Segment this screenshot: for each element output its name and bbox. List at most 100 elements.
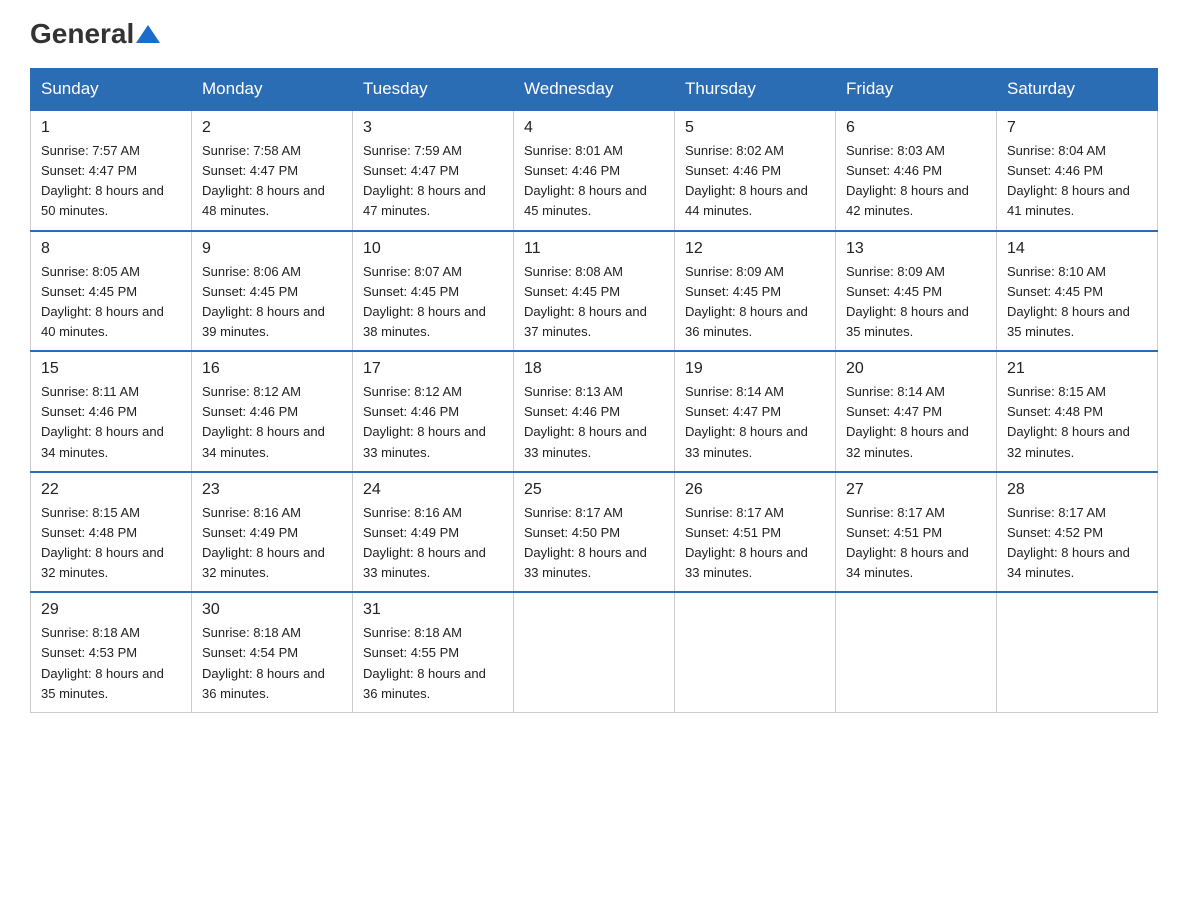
day-number: 17 bbox=[363, 360, 503, 378]
day-cell-1: 1 Sunrise: 7:57 AMSunset: 4:47 PMDayligh… bbox=[31, 110, 192, 231]
day-info: Sunrise: 8:16 AMSunset: 4:49 PMDaylight:… bbox=[363, 503, 503, 584]
day-cell-30: 30 Sunrise: 8:18 AMSunset: 4:54 PMDaylig… bbox=[192, 592, 353, 712]
day-info: Sunrise: 8:12 AMSunset: 4:46 PMDaylight:… bbox=[202, 382, 342, 463]
day-info: Sunrise: 8:08 AMSunset: 4:45 PMDaylight:… bbox=[524, 262, 664, 343]
day-cell-12: 12 Sunrise: 8:09 AMSunset: 4:45 PMDaylig… bbox=[675, 231, 836, 352]
day-info: Sunrise: 8:09 AMSunset: 4:45 PMDaylight:… bbox=[685, 262, 825, 343]
day-number: 9 bbox=[202, 240, 342, 258]
day-cell-17: 17 Sunrise: 8:12 AMSunset: 4:46 PMDaylig… bbox=[353, 351, 514, 472]
day-cell-7: 7 Sunrise: 8:04 AMSunset: 4:46 PMDayligh… bbox=[997, 110, 1158, 231]
week-row-1: 1 Sunrise: 7:57 AMSunset: 4:47 PMDayligh… bbox=[31, 110, 1158, 231]
day-info: Sunrise: 8:18 AMSunset: 4:55 PMDaylight:… bbox=[363, 623, 503, 704]
day-number: 2 bbox=[202, 119, 342, 137]
day-number: 10 bbox=[363, 240, 503, 258]
day-cell-4: 4 Sunrise: 8:01 AMSunset: 4:46 PMDayligh… bbox=[514, 110, 675, 231]
day-number: 6 bbox=[846, 119, 986, 137]
day-number: 11 bbox=[524, 240, 664, 258]
day-cell-21: 21 Sunrise: 8:15 AMSunset: 4:48 PMDaylig… bbox=[997, 351, 1158, 472]
day-number: 1 bbox=[41, 119, 181, 137]
day-cell-11: 11 Sunrise: 8:08 AMSunset: 4:45 PMDaylig… bbox=[514, 231, 675, 352]
day-info: Sunrise: 8:01 AMSunset: 4:46 PMDaylight:… bbox=[524, 141, 664, 222]
weekday-header-monday: Monday bbox=[192, 69, 353, 111]
day-info: Sunrise: 8:04 AMSunset: 4:46 PMDaylight:… bbox=[1007, 141, 1147, 222]
day-number: 7 bbox=[1007, 119, 1147, 137]
day-cell-24: 24 Sunrise: 8:16 AMSunset: 4:49 PMDaylig… bbox=[353, 472, 514, 593]
week-row-5: 29 Sunrise: 8:18 AMSunset: 4:53 PMDaylig… bbox=[31, 592, 1158, 712]
day-info: Sunrise: 8:17 AMSunset: 4:52 PMDaylight:… bbox=[1007, 503, 1147, 584]
day-cell-9: 9 Sunrise: 8:06 AMSunset: 4:45 PMDayligh… bbox=[192, 231, 353, 352]
day-number: 21 bbox=[1007, 360, 1147, 378]
day-number: 12 bbox=[685, 240, 825, 258]
day-number: 8 bbox=[41, 240, 181, 258]
day-info: Sunrise: 8:10 AMSunset: 4:45 PMDaylight:… bbox=[1007, 262, 1147, 343]
day-number: 29 bbox=[41, 601, 181, 619]
day-info: Sunrise: 8:17 AMSunset: 4:51 PMDaylight:… bbox=[685, 503, 825, 584]
day-number: 14 bbox=[1007, 240, 1147, 258]
day-info: Sunrise: 8:15 AMSunset: 4:48 PMDaylight:… bbox=[41, 503, 181, 584]
day-info: Sunrise: 8:02 AMSunset: 4:46 PMDaylight:… bbox=[685, 141, 825, 222]
day-info: Sunrise: 7:59 AMSunset: 4:47 PMDaylight:… bbox=[363, 141, 503, 222]
day-cell-5: 5 Sunrise: 8:02 AMSunset: 4:46 PMDayligh… bbox=[675, 110, 836, 231]
day-cell-14: 14 Sunrise: 8:10 AMSunset: 4:45 PMDaylig… bbox=[997, 231, 1158, 352]
day-cell-2: 2 Sunrise: 7:58 AMSunset: 4:47 PMDayligh… bbox=[192, 110, 353, 231]
weekday-header-saturday: Saturday bbox=[997, 69, 1158, 111]
day-cell-22: 22 Sunrise: 8:15 AMSunset: 4:48 PMDaylig… bbox=[31, 472, 192, 593]
week-row-2: 8 Sunrise: 8:05 AMSunset: 4:45 PMDayligh… bbox=[31, 231, 1158, 352]
day-cell-29: 29 Sunrise: 8:18 AMSunset: 4:53 PMDaylig… bbox=[31, 592, 192, 712]
day-cell-13: 13 Sunrise: 8:09 AMSunset: 4:45 PMDaylig… bbox=[836, 231, 997, 352]
day-number: 22 bbox=[41, 481, 181, 499]
week-row-3: 15 Sunrise: 8:11 AMSunset: 4:46 PMDaylig… bbox=[31, 351, 1158, 472]
day-cell-31: 31 Sunrise: 8:18 AMSunset: 4:55 PMDaylig… bbox=[353, 592, 514, 712]
day-info: Sunrise: 8:14 AMSunset: 4:47 PMDaylight:… bbox=[685, 382, 825, 463]
day-cell-15: 15 Sunrise: 8:11 AMSunset: 4:46 PMDaylig… bbox=[31, 351, 192, 472]
day-info: Sunrise: 8:18 AMSunset: 4:53 PMDaylight:… bbox=[41, 623, 181, 704]
logo-triangle-icon bbox=[136, 25, 160, 43]
weekday-header-wednesday: Wednesday bbox=[514, 69, 675, 111]
day-info: Sunrise: 8:13 AMSunset: 4:46 PMDaylight:… bbox=[524, 382, 664, 463]
weekday-header-sunday: Sunday bbox=[31, 69, 192, 111]
day-info: Sunrise: 7:58 AMSunset: 4:47 PMDaylight:… bbox=[202, 141, 342, 222]
weekday-header-friday: Friday bbox=[836, 69, 997, 111]
empty-cell bbox=[997, 592, 1158, 712]
day-info: Sunrise: 8:11 AMSunset: 4:46 PMDaylight:… bbox=[41, 382, 181, 463]
day-number: 24 bbox=[363, 481, 503, 499]
day-cell-28: 28 Sunrise: 8:17 AMSunset: 4:52 PMDaylig… bbox=[997, 472, 1158, 593]
weekday-header-thursday: Thursday bbox=[675, 69, 836, 111]
day-cell-3: 3 Sunrise: 7:59 AMSunset: 4:47 PMDayligh… bbox=[353, 110, 514, 231]
day-number: 4 bbox=[524, 119, 664, 137]
day-info: Sunrise: 8:18 AMSunset: 4:54 PMDaylight:… bbox=[202, 623, 342, 704]
day-number: 31 bbox=[363, 601, 503, 619]
day-cell-19: 19 Sunrise: 8:14 AMSunset: 4:47 PMDaylig… bbox=[675, 351, 836, 472]
day-cell-6: 6 Sunrise: 8:03 AMSunset: 4:46 PMDayligh… bbox=[836, 110, 997, 231]
day-cell-20: 20 Sunrise: 8:14 AMSunset: 4:47 PMDaylig… bbox=[836, 351, 997, 472]
day-number: 26 bbox=[685, 481, 825, 499]
day-number: 3 bbox=[363, 119, 503, 137]
day-cell-18: 18 Sunrise: 8:13 AMSunset: 4:46 PMDaylig… bbox=[514, 351, 675, 472]
day-info: Sunrise: 8:05 AMSunset: 4:45 PMDaylight:… bbox=[41, 262, 181, 343]
day-number: 20 bbox=[846, 360, 986, 378]
day-info: Sunrise: 8:07 AMSunset: 4:45 PMDaylight:… bbox=[363, 262, 503, 343]
empty-cell bbox=[836, 592, 997, 712]
weekday-header-row: SundayMondayTuesdayWednesdayThursdayFrid… bbox=[31, 69, 1158, 111]
day-number: 19 bbox=[685, 360, 825, 378]
day-number: 15 bbox=[41, 360, 181, 378]
page-header: General bbox=[30, 20, 1158, 48]
day-number: 13 bbox=[846, 240, 986, 258]
day-info: Sunrise: 8:03 AMSunset: 4:46 PMDaylight:… bbox=[846, 141, 986, 222]
day-cell-8: 8 Sunrise: 8:05 AMSunset: 4:45 PMDayligh… bbox=[31, 231, 192, 352]
weekday-header-tuesday: Tuesday bbox=[353, 69, 514, 111]
day-number: 5 bbox=[685, 119, 825, 137]
day-number: 30 bbox=[202, 601, 342, 619]
day-number: 18 bbox=[524, 360, 664, 378]
day-cell-25: 25 Sunrise: 8:17 AMSunset: 4:50 PMDaylig… bbox=[514, 472, 675, 593]
day-cell-26: 26 Sunrise: 8:17 AMSunset: 4:51 PMDaylig… bbox=[675, 472, 836, 593]
day-cell-27: 27 Sunrise: 8:17 AMSunset: 4:51 PMDaylig… bbox=[836, 472, 997, 593]
day-info: Sunrise: 8:09 AMSunset: 4:45 PMDaylight:… bbox=[846, 262, 986, 343]
day-cell-16: 16 Sunrise: 8:12 AMSunset: 4:46 PMDaylig… bbox=[192, 351, 353, 472]
day-info: Sunrise: 8:17 AMSunset: 4:50 PMDaylight:… bbox=[524, 503, 664, 584]
day-number: 23 bbox=[202, 481, 342, 499]
day-cell-23: 23 Sunrise: 8:16 AMSunset: 4:49 PMDaylig… bbox=[192, 472, 353, 593]
day-info: Sunrise: 8:06 AMSunset: 4:45 PMDaylight:… bbox=[202, 262, 342, 343]
day-info: Sunrise: 8:16 AMSunset: 4:49 PMDaylight:… bbox=[202, 503, 342, 584]
day-number: 27 bbox=[846, 481, 986, 499]
